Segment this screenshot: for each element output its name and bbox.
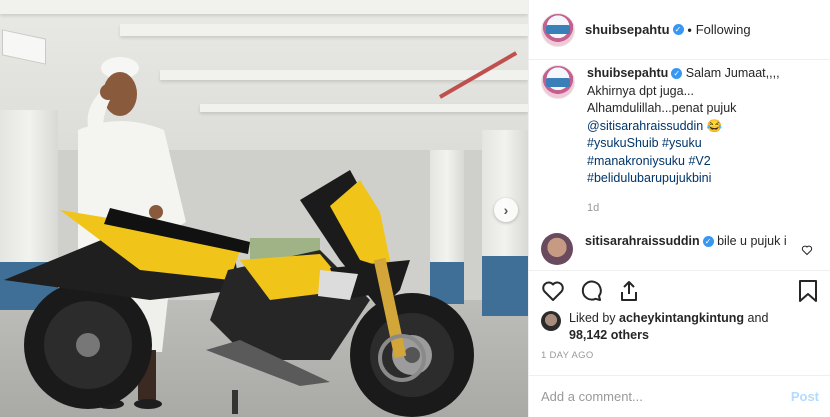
post-header: shuibsepahtu ✓ • Following xyxy=(529,0,830,60)
verified-badge-icon: ✓ xyxy=(671,68,683,80)
add-comment-bar: Post xyxy=(529,375,830,417)
caption: shuibsepahtu ✓ Salam Jumaat,,,, Akhirnya … xyxy=(541,65,819,217)
caption-author-username[interactable]: shuibsepahtu xyxy=(587,66,668,80)
ceiling-beam xyxy=(120,24,528,36)
comment-input[interactable] xyxy=(541,389,791,404)
post-date[interactable]: 1 DAY AGO xyxy=(541,350,594,361)
caption-author-avatar[interactable] xyxy=(541,65,575,99)
post-photo[interactable]: › xyxy=(0,0,528,417)
author-avatar[interactable] xyxy=(541,12,575,47)
caption-hashtags[interactable]: #belidulubarupujukbini xyxy=(587,170,780,188)
comment-text: bile u pujuk i xyxy=(717,234,787,248)
comment-like-heart-icon[interactable] xyxy=(801,244,813,256)
ceiling-beam xyxy=(200,104,528,112)
ceiling-beam xyxy=(0,0,528,14)
caption-timestamp[interactable]: 1d xyxy=(587,200,780,218)
caption-text-line: Akhirnya dpt juga... xyxy=(587,83,695,98)
likes-summary: Liked by acheykintangkintung and 98,142 … xyxy=(541,310,821,344)
chevron-right-icon[interactable]: › xyxy=(494,198,518,222)
likes-connector: and xyxy=(744,311,769,325)
commenter-avatar[interactable] xyxy=(541,233,573,265)
separator-dot: • xyxy=(687,22,692,37)
caption-text-line: Salam Jumaat,,,, xyxy=(685,66,780,80)
caption-hashtags[interactable]: #ysukuShuib #ysuku xyxy=(587,135,780,153)
liker-username[interactable]: acheykintangkintung xyxy=(619,311,744,325)
post-comment-button[interactable]: Post xyxy=(791,389,819,404)
comment-body: sitisarahraissuddin ✓ bile u pujuk i xyxy=(585,233,795,250)
caption-body: shuibsepahtu ✓ Salam Jumaat,,,, Akhirnya … xyxy=(587,65,780,217)
likes-prefix: Liked by xyxy=(569,311,620,325)
caption-hashtags[interactable]: #manakroniysuku #V2 xyxy=(587,153,780,171)
author-username[interactable]: shuibsepahtu xyxy=(585,22,670,37)
likes-text: Liked by acheykintangkintung and 98,142 … xyxy=(569,310,768,344)
share-icon[interactable] xyxy=(617,279,641,303)
motorcycle xyxy=(4,170,474,417)
liker-avatar[interactable] xyxy=(541,311,561,331)
post-actions-bar xyxy=(529,270,830,310)
heart-icon[interactable] xyxy=(541,279,565,303)
commenter-username[interactable]: sitisarahraissuddin xyxy=(585,234,700,248)
following-button[interactable]: Following xyxy=(696,22,751,37)
caption-text-line: Alhamdulillah...penat pujuk xyxy=(587,101,737,115)
caption-mention[interactable]: @sitisarahraissuddin 😂 xyxy=(587,118,780,136)
bookmark-icon[interactable] xyxy=(797,279,819,303)
likes-count[interactable]: 98,142 others xyxy=(569,328,649,342)
post-details-panel: shuibsepahtu ✓ • Following shuibsepahtu ✓… xyxy=(528,0,830,417)
verified-badge-icon: ✓ xyxy=(672,24,684,35)
verified-badge-icon: ✓ xyxy=(702,236,714,248)
comment-icon[interactable] xyxy=(579,279,603,303)
comment-item: sitisarahraissuddin ✓ bile u pujuk i xyxy=(541,233,819,265)
instagram-post: › shuibsepahtu ✓ • Following shuibsepaht… xyxy=(0,0,830,417)
comments-section: shuibsepahtu ✓ Salam Jumaat,,,, Akhirnya … xyxy=(529,61,830,265)
